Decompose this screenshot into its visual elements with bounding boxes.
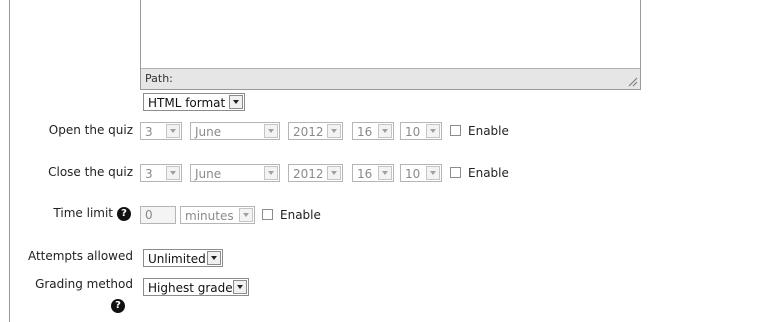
- close-minute-value: 10: [405, 167, 421, 181]
- chevron-down-icon: [327, 124, 341, 138]
- open-quiz-label: Open the quiz: [48, 123, 133, 137]
- close-hour-select[interactable]: 16: [352, 164, 394, 182]
- close-month-value: June: [195, 167, 222, 181]
- close-enable-checkbox[interactable]: [450, 167, 461, 178]
- help-icon[interactable]: ?: [117, 207, 131, 221]
- resize-grip-icon[interactable]: [627, 76, 638, 87]
- time-limit-enable-checkbox[interactable]: [262, 209, 273, 220]
- editor-path-bar: Path:: [141, 68, 640, 89]
- grading-value: Highest grade: [148, 281, 233, 295]
- time-limit-enable-label: Enable: [280, 208, 321, 222]
- open-minute-value: 10: [405, 125, 421, 139]
- editor-path-label: Path:: [145, 72, 173, 85]
- chevron-down-icon: [239, 208, 253, 222]
- open-enable-checkbox[interactable]: [450, 125, 461, 136]
- close-hour-value: 16: [357, 167, 373, 181]
- close-enable-label: Enable: [468, 166, 509, 180]
- chevron-down-icon: [378, 124, 392, 138]
- chevron-down-icon: [264, 166, 278, 180]
- chevron-down-icon: [207, 251, 221, 265]
- chevron-down-icon: [426, 166, 440, 180]
- page-border-line: [9, 0, 10, 322]
- chevron-down-icon: [166, 124, 180, 138]
- open-month-select[interactable]: June: [190, 122, 280, 140]
- chevron-down-icon: [233, 280, 247, 294]
- open-day-value: 3: [145, 125, 153, 139]
- close-year-select[interactable]: 2012: [288, 164, 343, 182]
- chevron-down-icon: [327, 166, 341, 180]
- grading-select[interactable]: Highest grade: [143, 278, 249, 296]
- chevron-down-icon: [426, 124, 440, 138]
- format-select[interactable]: HTML format: [143, 93, 245, 111]
- chevron-down-icon: [378, 166, 392, 180]
- text-editor[interactable]: Path:: [140, 0, 641, 90]
- time-limit-label: Time limit: [53, 206, 113, 220]
- open-year-select[interactable]: 2012: [288, 122, 343, 140]
- time-limit-input[interactable]: 0: [140, 206, 176, 224]
- close-year-value: 2012: [293, 167, 324, 181]
- open-day-select[interactable]: 3: [140, 122, 182, 140]
- attempts-value: Unlimited: [148, 252, 206, 266]
- help-icon[interactable]: ?: [111, 299, 125, 313]
- open-year-value: 2012: [293, 125, 324, 139]
- open-month-value: June: [195, 125, 222, 139]
- time-limit-unit-select[interactable]: minutes: [180, 206, 255, 224]
- close-month-select[interactable]: June: [190, 164, 280, 182]
- attempts-label: Attempts allowed: [27, 249, 133, 263]
- time-limit-unit-value: minutes: [185, 209, 234, 223]
- open-hour-value: 16: [357, 125, 373, 139]
- open-enable-label: Enable: [468, 124, 509, 138]
- time-limit-value: 0: [145, 208, 153, 222]
- grading-label: Grading method: [35, 277, 133, 291]
- close-day-value: 3: [145, 167, 153, 181]
- open-hour-select[interactable]: 16: [352, 122, 394, 140]
- chevron-down-icon: [229, 95, 243, 109]
- close-day-select[interactable]: 3: [140, 164, 182, 182]
- chevron-down-icon: [264, 124, 278, 138]
- chevron-down-icon: [166, 166, 180, 180]
- format-select-value: HTML format: [148, 96, 226, 110]
- close-minute-select[interactable]: 10: [400, 164, 442, 182]
- attempts-select[interactable]: Unlimited: [143, 249, 223, 267]
- open-minute-select[interactable]: 10: [400, 122, 442, 140]
- close-quiz-label: Close the quiz: [48, 165, 133, 179]
